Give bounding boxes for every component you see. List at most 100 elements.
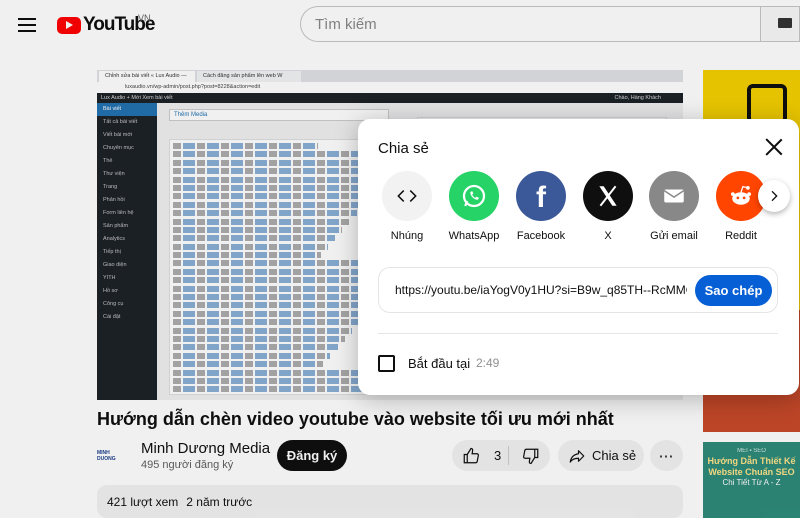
start-at-checkbox[interactable]: [378, 355, 395, 372]
thumbs-up-icon: [463, 447, 479, 463]
x-icon: [583, 171, 633, 221]
wp-menu-item: Sản phẩm: [103, 223, 129, 229]
start-at-time[interactable]: 2:49: [476, 356, 499, 370]
share-target-label: Nhúng: [390, 230, 424, 242]
code-line: [173, 302, 374, 309]
code-line: [173, 344, 338, 351]
share-target-email[interactable]: Gửi email: [641, 171, 707, 242]
video-title: Hướng dẫn chèn video youtube vào website…: [97, 409, 614, 429]
code-line: [173, 310, 367, 317]
wp-menu-item: Viết bài mới: [103, 132, 133, 138]
brand-logo-icon: [747, 84, 787, 124]
like-count: 3: [494, 448, 502, 463]
search-input[interactable]: Tìm kiếm: [300, 6, 760, 42]
recommended-thumbnail[interactable]: MEI ▪ SEO Hướng Dẫn Thiết Kế Website Chu…: [703, 442, 800, 518]
channel-avatar[interactable]: MINH DUONG: [97, 440, 129, 472]
masthead: YouTube VN Tìm kiếm: [0, 0, 800, 50]
browser-tab: Chỉnh sửa bài viết « Lux Audio —: [99, 71, 195, 82]
wp-menu-item: YITH: [103, 275, 116, 281]
whatsapp-icon: [449, 171, 499, 221]
code-line: [173, 361, 324, 368]
facebook-icon: f: [516, 171, 566, 221]
wp-menu-item: Trang: [103, 184, 118, 190]
wp-menu-item: Công cụ: [103, 301, 124, 307]
share-dialog-title: Chia sẻ: [378, 140, 429, 157]
search-placeholder: Tìm kiếm: [315, 15, 377, 33]
wp-menu-item: Chuyên mục: [103, 145, 134, 151]
share-arrow-icon: [569, 449, 585, 463]
subscriber-count: 495 người đăng ký: [141, 459, 234, 471]
code-line: [173, 243, 328, 250]
code-line: [173, 226, 343, 233]
code-line: [173, 319, 360, 326]
wp-editor-toolbar: Thêm Media: [169, 109, 389, 121]
share-target-whatsapp[interactable]: WhatsApp: [441, 171, 507, 242]
code-line: [173, 335, 345, 342]
code-line: [173, 143, 319, 149]
more-actions-icon[interactable]: ⋯: [650, 440, 683, 471]
code-line: [173, 210, 357, 217]
wp-menu-item: Phản hồi: [103, 197, 125, 203]
share-target-label: Facebook: [516, 230, 566, 242]
thumbnail-tag: MEI ▪ SEO: [737, 448, 766, 454]
wp-menu-item: Tiếp thị: [103, 249, 121, 255]
copy-button[interactable]: Sao chép: [695, 275, 772, 306]
code-line: [173, 176, 386, 183]
wp-menu-item: Cài đặt: [103, 314, 121, 320]
channel-name[interactable]: Minh Dương Media: [141, 440, 270, 457]
share-target-embed[interactable]: Nhúng: [374, 171, 440, 242]
wp-menu-item: Thư viện: [103, 171, 125, 177]
country-code: VN: [138, 13, 151, 23]
code-line: [173, 184, 379, 191]
share-targets: Nhúng WhatsApp f Facebook X Gửi email Re…: [358, 171, 799, 251]
thumbs-down-icon: [523, 448, 539, 464]
email-icon: [649, 171, 699, 221]
code-line: [173, 235, 336, 242]
code-line: [173, 285, 389, 292]
chevron-right-icon[interactable]: [758, 180, 790, 212]
embed-icon: [382, 171, 432, 221]
browser-tab: Cách đăng sản phẩm lên web W: [197, 71, 301, 82]
share-target-label: WhatsApp: [448, 230, 500, 242]
share-label: Chia sẻ: [592, 448, 637, 463]
wp-menu-item: Analytics: [103, 236, 126, 242]
browser-tab-strip: Chỉnh sửa bài viết « Lux Audio — Cách đă…: [97, 70, 683, 82]
wp-menu-item: Bài viết: [97, 103, 157, 116]
share-button[interactable]: Chia sẻ: [558, 440, 644, 471]
browser-url-bar: luxaudio.vn/wp-admin/post.php?post=8228&…: [97, 82, 683, 93]
share-target-label: X: [604, 230, 612, 242]
thumbnail-subtitle: Chi Tiết Từ A - Z: [722, 478, 781, 487]
youtube-play-icon: [57, 16, 81, 34]
code-line: [173, 327, 353, 334]
code-line: [173, 252, 321, 259]
keyboard-icon[interactable]: [778, 18, 792, 28]
add-media-button: Thêm Media: [174, 112, 208, 118]
share-url-text[interactable]: https://youtu.be/iaYogV0y1HU?si=B9w_q85T…: [395, 283, 687, 297]
code-line: [173, 201, 365, 208]
wp-bar-left: Lux Audio + Mới Xem bài viết: [101, 95, 173, 101]
dialog-divider: [378, 333, 778, 334]
share-target-label: Gửi email: [650, 230, 698, 242]
share-target-x[interactable]: X: [575, 171, 641, 242]
code-line: [173, 218, 350, 225]
menu-icon[interactable]: [14, 12, 40, 38]
like-button[interactable]: 3: [452, 440, 507, 471]
start-at-label: Bắt đầu tại: [408, 356, 471, 371]
wp-admin-sidebar: Bài viết Tất cả bài viết Viết bài mới Ch…: [97, 103, 157, 400]
posted-date: 2 năm trước: [186, 495, 253, 509]
code-line: [173, 193, 372, 200]
description-box[interactable]: 421 lượt xem 2 năm trước: [97, 485, 683, 518]
wp-menu-item: Tất cả bài viết: [103, 119, 138, 125]
view-count: 421 lượt xem: [107, 495, 179, 509]
close-icon[interactable]: [763, 136, 785, 158]
thumbnail-title: Hướng Dẫn Thiết Kế Website Chuẩn SEO: [707, 456, 796, 477]
share-target-facebook[interactable]: f Facebook: [508, 171, 574, 242]
subscribe-button[interactable]: Đăng ký: [277, 440, 347, 471]
share-url-field[interactable]: https://youtu.be/iaYogV0y1HU?si=B9w_q85T…: [378, 267, 778, 313]
wp-menu-item: Giao diện: [103, 262, 127, 268]
dislike-button[interactable]: [512, 440, 550, 471]
share-dialog: Chia sẻ Nhúng WhatsApp f Facebook X Gửi …: [358, 119, 799, 395]
code-line: [173, 294, 382, 301]
wp-menu-item: Form liên hệ: [103, 210, 134, 216]
share-target-label: Reddit: [725, 230, 757, 242]
